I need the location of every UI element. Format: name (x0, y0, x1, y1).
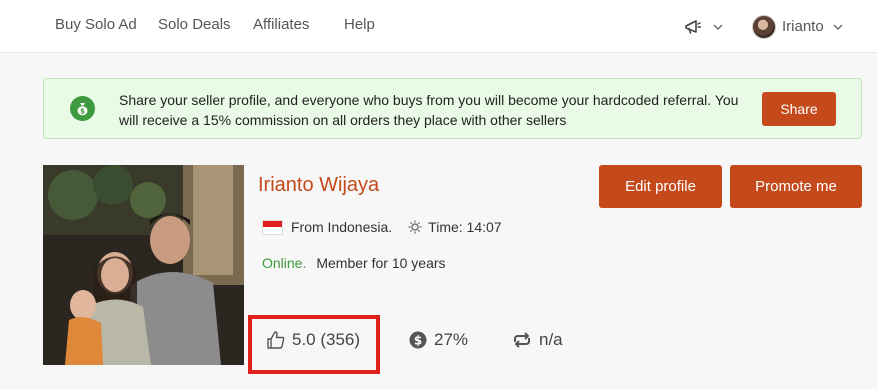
member-since-text: Member for 10 years (316, 255, 446, 271)
svg-text:$: $ (80, 107, 85, 115)
share-button[interactable]: Share (762, 92, 836, 126)
sun-icon (408, 220, 422, 234)
username: Irianto (782, 18, 824, 35)
status-row: Online. Member for 10 years (262, 255, 446, 271)
repeat-icon (514, 332, 530, 348)
notifications-menu[interactable] (684, 0, 724, 53)
top-nav: Buy Solo Ad Solo Deals Affiliates Help I… (0, 0, 877, 53)
rating-value: 5.0 (356) (292, 330, 361, 349)
profile-photo (43, 165, 244, 365)
nav-link-solo-deals[interactable]: Solo Deals (158, 16, 231, 33)
profile-name[interactable]: Irianto Wijaya (258, 174, 379, 197)
indonesia-flag-icon (262, 219, 283, 235)
referral-banner-text: Share your seller profile, and everyone … (119, 92, 739, 128)
commission-stat: $ 27% (409, 330, 468, 350)
referral-banner: $ Share your seller profile, and everyon… (43, 78, 862, 139)
user-menu[interactable]: Irianto (752, 0, 844, 53)
nav-link-help[interactable]: Help (344, 16, 375, 33)
online-status: Online. (262, 255, 307, 271)
svg-text:$: $ (414, 334, 422, 348)
avatar (752, 14, 776, 39)
location-time-row: From Indonesia. Time: 14:07 (262, 219, 502, 235)
country-text: From Indonesia. (291, 219, 393, 235)
local-time-text: Time: 14:07 (428, 219, 502, 235)
thumbs-up-icon (267, 331, 285, 349)
chevron-down-icon (713, 24, 723, 30)
rating-stat: 5.0 (356) (266, 330, 360, 350)
chevron-down-icon (833, 24, 843, 30)
promote-me-button[interactable]: Promote me (730, 165, 862, 208)
nav-link-buy-solo-ad[interactable]: Buy Solo Ad (55, 16, 137, 33)
money-bag-icon: $ (70, 96, 95, 121)
megaphone-icon (685, 19, 702, 34)
repeat-stat: n/a (512, 330, 563, 350)
edit-profile-button[interactable]: Edit profile (599, 165, 722, 208)
repeat-value: n/a (539, 330, 563, 349)
nav-link-affiliates[interactable]: Affiliates (253, 16, 309, 33)
dollar-coin-icon: $ (409, 331, 427, 349)
commission-value: 27% (434, 330, 469, 349)
